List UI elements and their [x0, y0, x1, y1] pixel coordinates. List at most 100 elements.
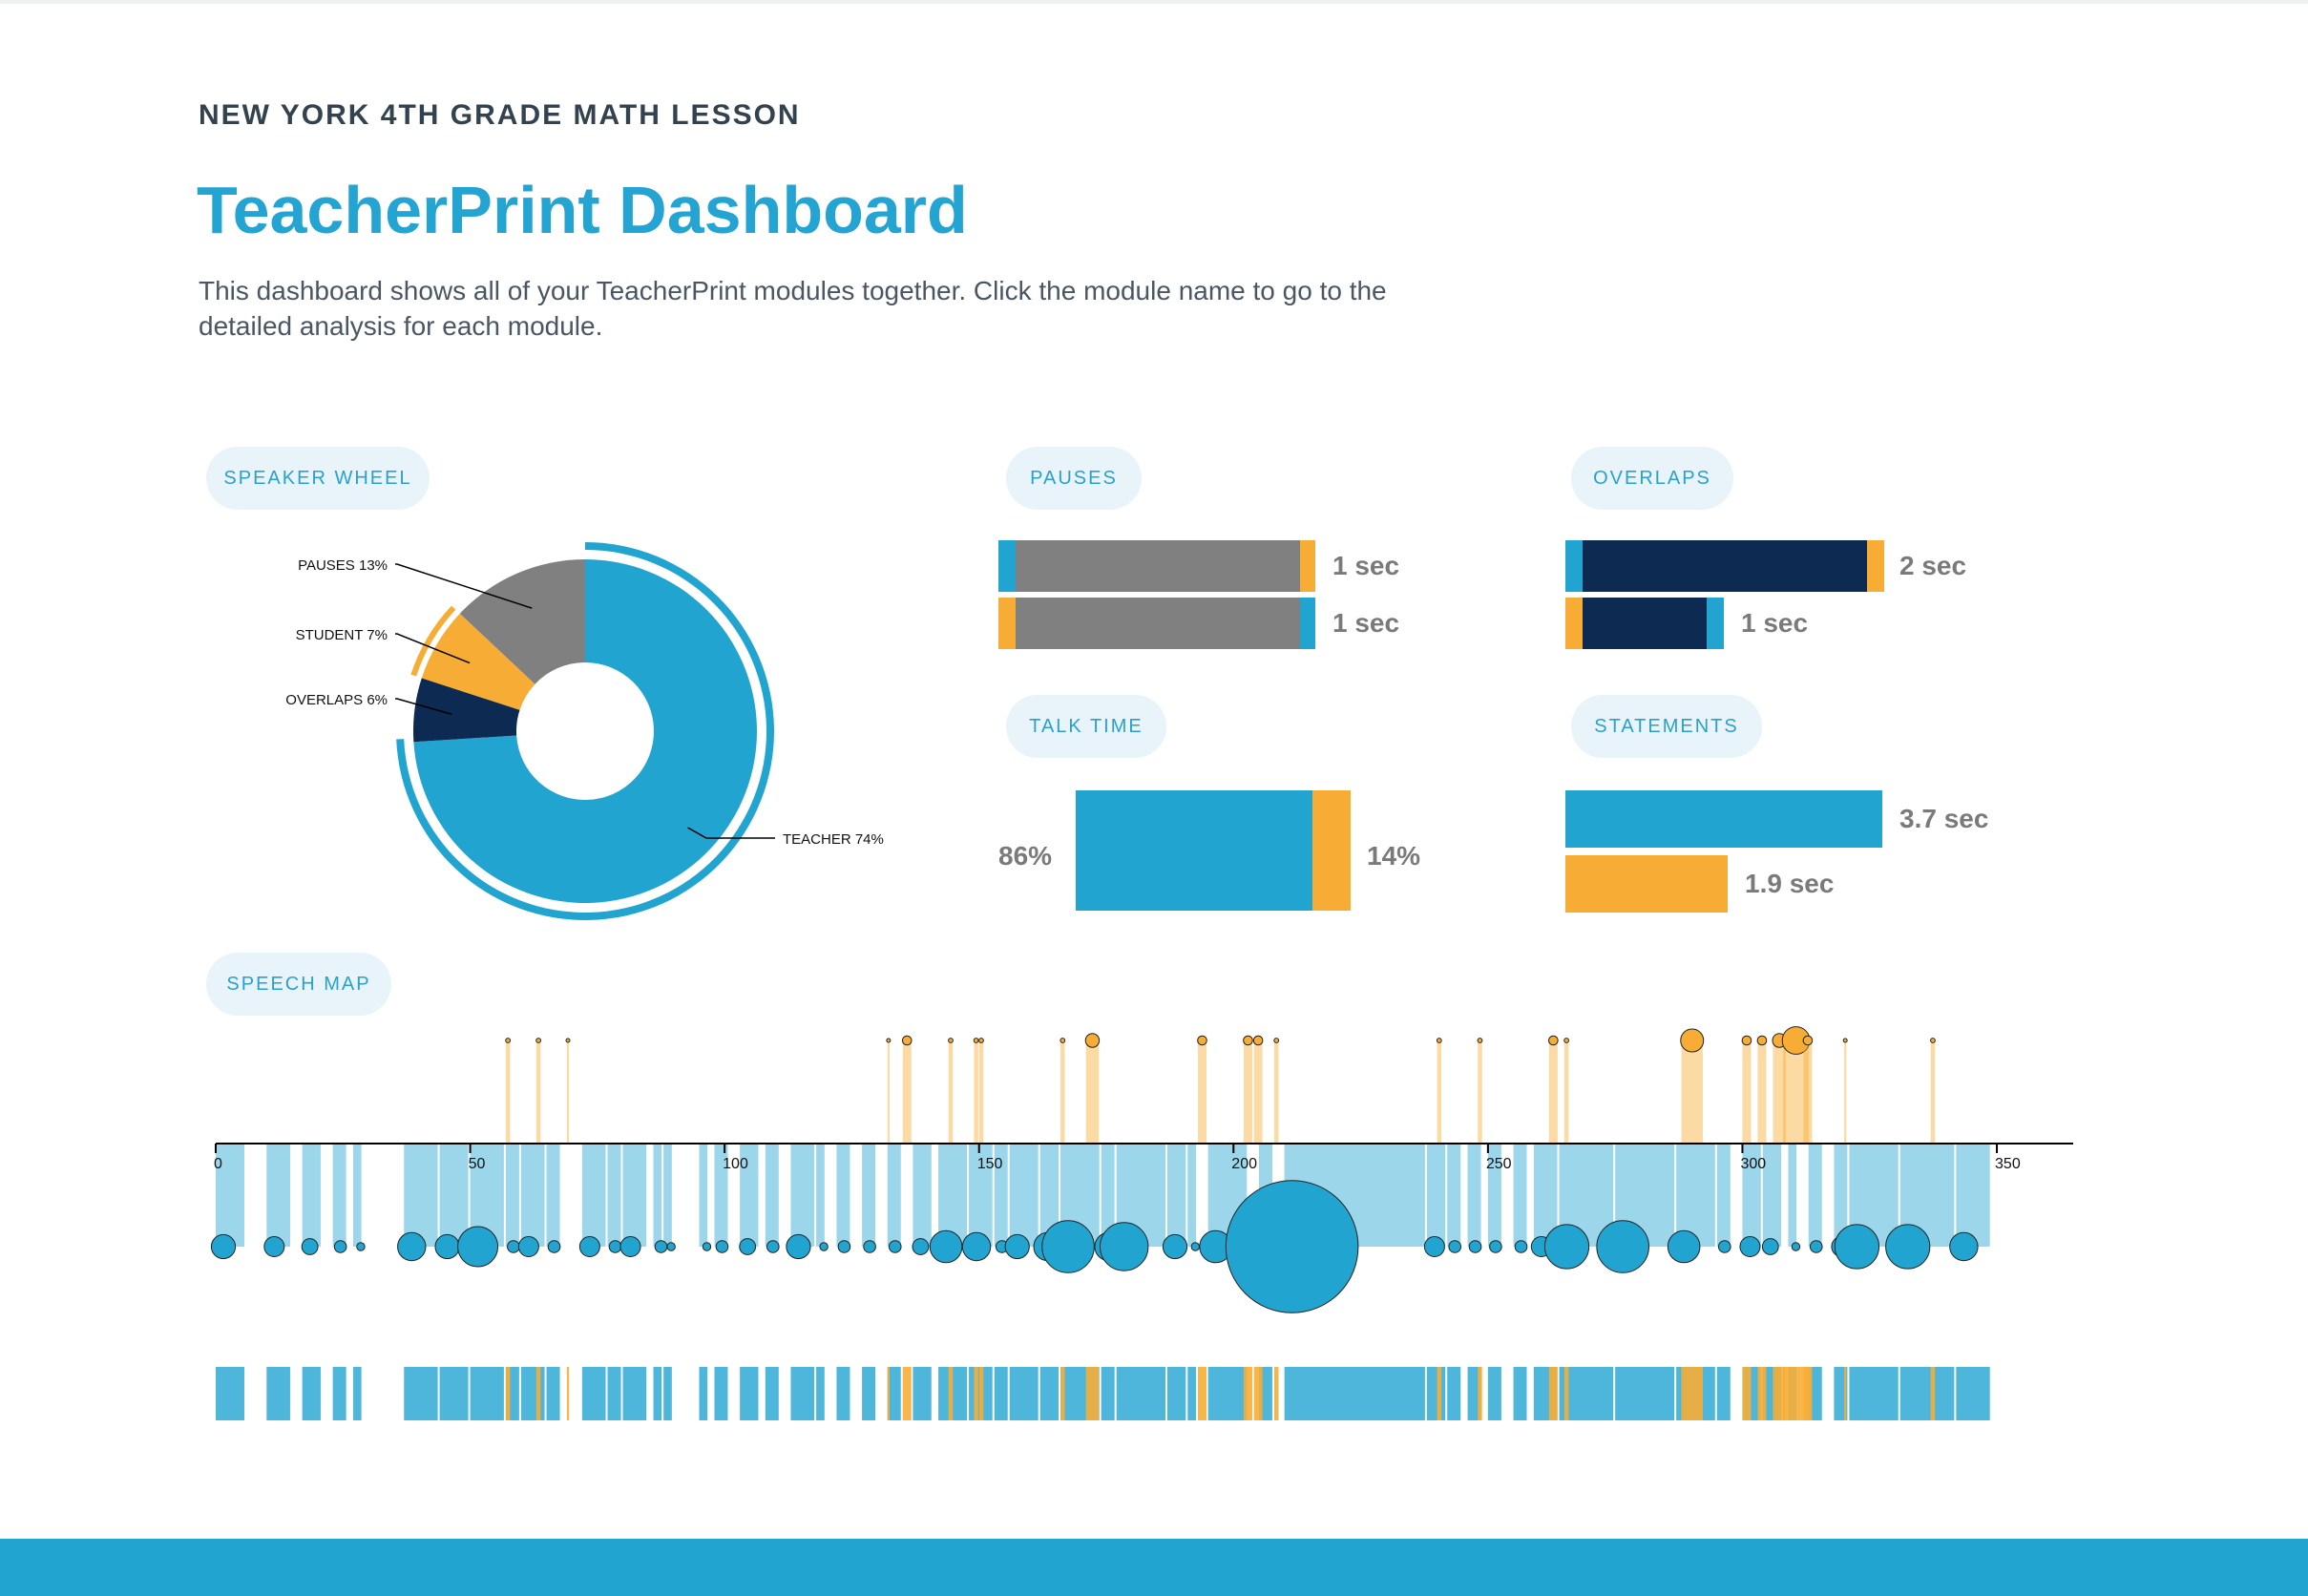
- student-strip-segment: [505, 1367, 511, 1420]
- teacher-strip-segment: [470, 1367, 504, 1420]
- student-strip-segment: [978, 1367, 984, 1420]
- teacher-strip-segment: [1487, 1367, 1501, 1420]
- page-description: This dashboard shows all of your Teacher…: [199, 276, 1387, 341]
- student-turn-circle: [886, 1038, 892, 1043]
- teacher-turn-circle: [766, 1240, 780, 1253]
- statements-teacher-bar: [1565, 790, 1882, 848]
- student-strip-segment: [1548, 1367, 1558, 1420]
- teacher-strip-segment: [790, 1367, 815, 1420]
- student-strip-segment: [1478, 1367, 1482, 1420]
- teacher-strip-segment: [862, 1367, 876, 1420]
- teacher-turn-circle: [1190, 1242, 1201, 1251]
- talk-time-link[interactable]: TALK TIME: [1006, 695, 1166, 758]
- overlaps-link[interactable]: OVERLAPS: [1571, 447, 1733, 510]
- teacher-turn-circle: [715, 1240, 729, 1253]
- teacher-turn-circle: [863, 1240, 876, 1253]
- teacher-turn-circle: [1834, 1224, 1880, 1270]
- teacher-turn-circle: [619, 1236, 641, 1257]
- talk-time-student-pct: 14%: [1367, 841, 1421, 871]
- student-turn-bar: [1060, 1040, 1065, 1144]
- pauses-row1-student-bar: [1300, 540, 1315, 592]
- student-turn-circle: [973, 1038, 979, 1043]
- teacher-turn-bar: [352, 1144, 362, 1247]
- teacher-turn-circle: [434, 1233, 460, 1260]
- footer-bar: [0, 1539, 2308, 1596]
- teacher-strip-segment: [266, 1367, 290, 1420]
- teacher-turn-bar: [1426, 1144, 1446, 1247]
- teacher-strip-segment: [1447, 1367, 1461, 1420]
- teacher-turn-circle: [397, 1231, 427, 1262]
- pauses-row2-teacher-bar: [1300, 598, 1315, 649]
- student-strip-segment: [566, 1367, 570, 1420]
- teacher-turn-bar: [520, 1144, 545, 1247]
- teacher-turn-bar: [836, 1144, 850, 1247]
- teacher-turn-circle: [1667, 1229, 1701, 1264]
- teacher-turn-circle: [1489, 1240, 1502, 1253]
- teacher-strip-segment: [653, 1367, 662, 1420]
- speech-map-tick-label: 50: [469, 1156, 486, 1172]
- teacher-turn-circle: [1004, 1233, 1030, 1260]
- teacher-turn-circle: [1885, 1224, 1931, 1270]
- student-turn-circle: [1060, 1038, 1066, 1043]
- student-turn-bar: [535, 1040, 541, 1144]
- teacher-turn-bar: [816, 1144, 825, 1247]
- teacher-turn-bar: [302, 1144, 321, 1247]
- talk-time-student-bar: [1312, 790, 1351, 911]
- student-turn-circle: [1930, 1038, 1936, 1043]
- teacher-turn-circle: [929, 1229, 963, 1264]
- student-strip-segment: [1243, 1367, 1252, 1420]
- teacher-turn-circle: [578, 1236, 600, 1257]
- teacher-turn-circle: [333, 1240, 347, 1253]
- overlaps-row2-value: 1 sec: [1741, 608, 1809, 638]
- teacher-turn-circle: [1739, 1236, 1761, 1257]
- teacher-strip-segment: [816, 1367, 825, 1420]
- teacher-turn-bar: [622, 1144, 647, 1247]
- pauses-row2-student-bar: [998, 598, 1016, 649]
- teacher-strip-segment: [302, 1367, 321, 1420]
- teacher-strip-segment: [1615, 1367, 1675, 1420]
- teacher-turn-bar: [546, 1144, 560, 1247]
- speech-map-tick-label: 300: [1740, 1156, 1766, 1172]
- student-turn-circle: [948, 1038, 954, 1043]
- teacher-turn-circle: [1761, 1238, 1779, 1255]
- teacher-turn-circle: [702, 1242, 712, 1251]
- student-turn-circle: [1252, 1035, 1264, 1046]
- student-turn-circle: [1842, 1038, 1848, 1043]
- student-turn-bar: [978, 1040, 984, 1144]
- teacher-strip-segment: [714, 1367, 728, 1420]
- speech-map-link[interactable]: SPEECH MAP: [206, 953, 391, 1016]
- teacher-strip-segment: [622, 1367, 647, 1420]
- student-turn-bar: [1930, 1040, 1936, 1144]
- student-strip-segment: [1844, 1367, 1847, 1420]
- student-turn-circle: [1756, 1035, 1768, 1046]
- teacher-turn-circle: [547, 1240, 561, 1253]
- teacher-turn-bar: [332, 1144, 346, 1247]
- statements-student-value: 1.9 sec: [1745, 869, 1835, 898]
- teacher-turn-circle: [1099, 1222, 1149, 1271]
- student-turn-circle: [1197, 1035, 1207, 1046]
- student-strip-segment: [1253, 1367, 1263, 1420]
- speech-map-tick-label: 150: [977, 1156, 1003, 1172]
- speaker-wheel-link[interactable]: SPEAKER WHEEL: [206, 447, 430, 510]
- student-turn-bar: [974, 1040, 978, 1144]
- teacher-turn-bar: [1513, 1144, 1527, 1247]
- teacher-strip-segment: [1716, 1367, 1731, 1420]
- pauses-link[interactable]: PAUSES: [1006, 447, 1142, 510]
- lesson-subtitle: NEW YORK 4TH GRADE MATH LESSON: [199, 99, 801, 131]
- statements-link[interactable]: STATEMENTS: [1571, 695, 1762, 758]
- student-turn-bar: [1273, 1040, 1279, 1144]
- teacher-strip-segment: [607, 1367, 621, 1420]
- speech-map-tick-label: 0: [214, 1156, 222, 1172]
- student-turn-bar: [1253, 1040, 1263, 1144]
- teacher-strip-segment: [740, 1367, 759, 1420]
- student-turn-circle: [565, 1038, 571, 1043]
- student-turn-bar: [1803, 1040, 1813, 1144]
- teacher-strip-segment: [994, 1367, 1008, 1420]
- wheel-label-2: STUDENT 7%: [296, 627, 388, 643]
- teacher-turn-circle: [457, 1226, 499, 1268]
- student-turn-circle: [505, 1038, 512, 1043]
- teacher-strip-segment: [1513, 1367, 1527, 1420]
- student-turn-bar: [1478, 1040, 1482, 1144]
- top-edge: [0, 0, 2308, 4]
- student-strip-segment: [1060, 1367, 1065, 1420]
